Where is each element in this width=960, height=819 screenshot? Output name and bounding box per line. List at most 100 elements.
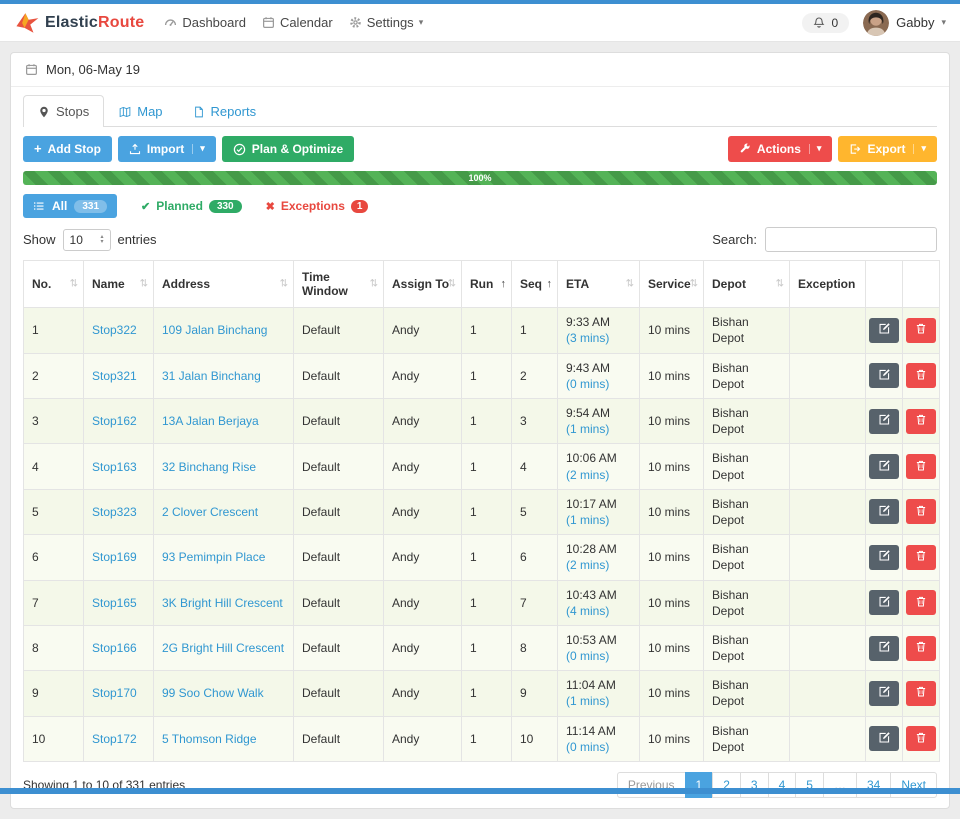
cell-name: Stop321 [84,353,154,398]
col-header-label: No. [32,277,51,291]
stop-address-link[interactable]: 2G Bright Hill Crescent [162,641,284,655]
col-header-label: Service [648,277,691,291]
col-header-seq[interactable]: Seq↑ [512,261,558,308]
cell-seq: 9 [512,671,558,716]
pagination-3[interactable]: 3 [740,772,769,798]
stop-name-link[interactable]: Stop163 [92,460,137,474]
delete-stop-button[interactable] [906,590,936,615]
actions-label: Actions [757,143,801,156]
cell-no: 3 [24,399,84,444]
stop-address-link[interactable]: 32 Binchang Rise [162,460,256,474]
stop-name-link[interactable]: Stop322 [92,323,137,337]
delete-stop-button[interactable] [906,318,936,343]
tab-reports[interactable]: Reports [178,95,272,127]
edit-stop-button[interactable] [869,590,899,615]
cell-address: 93 Pemimpin Place [154,535,294,580]
col-header-name[interactable]: Name⇅ [84,261,154,308]
search-input[interactable] [765,227,937,252]
delete-stop-button[interactable] [906,363,936,388]
page-body: Mon, 06-May 19 StopsMapReports + Add Sto… [0,42,960,819]
pagination-2[interactable]: 2 [712,772,741,798]
filter-all-button[interactable]: All 331 [23,194,117,218]
stop-address-link[interactable]: 2 Clover Crescent [162,505,258,519]
stop-name-link[interactable]: Stop172 [92,732,137,746]
nav-settings[interactable]: Settings ▾ [349,15,424,30]
pagination-next[interactable]: Next [890,772,937,798]
col-header-label: Depot [712,277,746,291]
edit-column-header [866,261,903,308]
filter-exceptions-count-badge: 1 [351,200,369,213]
delete-stop-button[interactable] [906,454,936,479]
col-header-eta[interactable]: ETA⇅ [558,261,640,308]
filter-planned-button[interactable]: ✔ Planned 330 [141,199,242,213]
export-button[interactable]: Export ▾ [838,136,937,162]
tab-stops[interactable]: Stops [23,95,104,127]
stop-address-link[interactable]: 93 Pemimpin Place [162,550,265,564]
stop-name-link[interactable]: Stop162 [92,414,137,428]
pagination-5[interactable]: 5 [795,772,824,798]
edit-stop-button[interactable] [869,409,899,434]
stop-name-link[interactable]: Stop170 [92,686,137,700]
stop-address-link[interactable]: 31 Jalan Binchang [162,369,261,383]
sort-both-icon: ⇅ [140,279,148,290]
tab-label: Stops [56,104,89,119]
edit-stop-button[interactable] [869,363,899,388]
filter-exceptions-button[interactable]: ✖ Exceptions 1 [266,199,369,213]
delete-stop-button[interactable] [906,499,936,524]
stop-address-link[interactable]: 13A Jalan Berjaya [162,414,259,428]
delete-stop-button[interactable] [906,409,936,434]
stop-address-link[interactable]: 109 Jalan Binchang [162,323,267,337]
edit-stop-button[interactable] [869,636,899,661]
page-size-select[interactable]: 10 ▴▾ [63,229,111,251]
stop-name-link[interactable]: Stop321 [92,369,137,383]
stop-address-link[interactable]: 3K Bright Hill Crescent [162,596,283,610]
cell-time-window: Default [294,580,384,625]
cell-eta: 10:53 AM(0 mins) [558,625,640,670]
pagination-1[interactable]: 1 [685,772,714,798]
pagination-34[interactable]: 34 [856,772,891,798]
pagination-previous[interactable]: Previous [617,772,686,798]
delete-stop-button[interactable] [906,545,936,570]
pagination-4[interactable]: 4 [768,772,797,798]
stop-name-link[interactable]: Stop165 [92,596,137,610]
edit-stop-button[interactable] [869,545,899,570]
import-button[interactable]: Import ▾ [118,136,216,162]
col-header-assign-to[interactable]: Assign To⇅ [384,261,462,308]
progress-label: 100% [468,173,491,183]
cell-edit [866,399,903,444]
user-menu[interactable]: Gabby ▾ [863,10,946,36]
edit-stop-button[interactable] [869,681,899,706]
stop-address-link[interactable]: 5 Thomson Ridge [162,732,257,746]
planning-card: Mon, 06-May 19 StopsMapReports + Add Sto… [10,52,950,809]
col-header-address[interactable]: Address⇅ [154,261,294,308]
edit-stop-button[interactable] [869,454,899,479]
delete-stop-button[interactable] [906,681,936,706]
tab-map[interactable]: Map [104,95,177,127]
chevron-down-icon: ▾ [941,17,946,28]
col-header-service[interactable]: Service⇅ [640,261,704,308]
stop-name-link[interactable]: Stop323 [92,505,137,519]
edit-stop-button[interactable] [869,499,899,524]
edit-stop-button[interactable] [869,726,899,751]
col-header-depot[interactable]: Depot⇅ [704,261,790,308]
col-header-no[interactable]: No.⇅ [24,261,84,308]
notifications-button[interactable]: 0 [802,13,849,33]
delete-stop-button[interactable] [906,636,936,661]
trash-icon [915,368,927,384]
col-header-run[interactable]: Run↑ [462,261,512,308]
brand-logo[interactable]: ElasticRoute [14,10,144,36]
add-stop-button[interactable]: + Add Stop [23,136,112,162]
cell-edit [866,353,903,398]
delete-stop-button[interactable] [906,726,936,751]
stop-name-link[interactable]: Stop166 [92,641,137,655]
edit-stop-button[interactable] [869,318,899,343]
plan-optimize-button[interactable]: Plan & Optimize [222,136,354,162]
actions-button[interactable]: Actions ▾ [728,136,833,162]
col-header-exception: Exception [790,261,866,308]
nav-dashboard[interactable]: Dashboard [164,15,246,30]
nav-calendar[interactable]: Calendar [262,15,333,30]
col-header-time-window[interactable]: Time Window⇅ [294,261,384,308]
cell-time-window: Default [294,489,384,534]
stop-address-link[interactable]: 99 Soo Chow Walk [162,686,264,700]
stop-name-link[interactable]: Stop169 [92,550,137,564]
